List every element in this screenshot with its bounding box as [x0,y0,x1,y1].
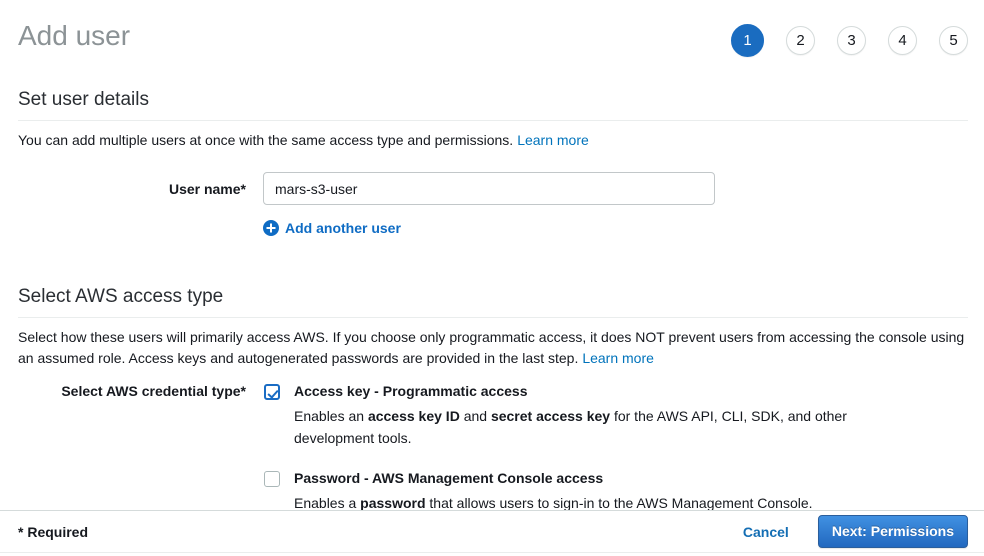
wizard-footer: * Required Cancel Next: Permissions [0,510,984,553]
user-details-description-text: You can add multiple users at once with … [18,132,513,148]
username-row: User name* [0,172,984,205]
step-circle-2: 2 [786,26,815,55]
page-title: Add user [18,19,130,53]
footer-actions: Cancel Next: Permissions [743,515,968,548]
step-indicator: 1 2 3 4 5 [731,24,968,57]
step-circle-5: 5 [939,26,968,55]
access-key-option-text: Access key - Programmatic access Enables… [294,383,869,449]
step-circle-1: 1 [731,24,764,57]
access-key-checkbox[interactable] [264,384,280,400]
access-type-description: Select how these users will primarily ac… [18,327,975,369]
access-key-title: Access key - Programmatic access [294,383,869,400]
learn-more-link-user-details[interactable]: Learn more [517,132,589,148]
access-key-option-row: Select AWS credential type* Access key -… [0,383,984,449]
access-type-description-text: Select how these users will primarily ac… [18,329,964,366]
next-permissions-button[interactable]: Next: Permissions [818,515,968,548]
user-details-heading: Set user details [18,89,968,121]
user-details-description: You can add multiple users at once with … [18,130,975,151]
step-circle-4: 4 [888,26,917,55]
password-option-row: Password - AWS Management Console access… [0,470,984,514]
username-label: User name* [0,181,246,197]
add-another-user-link[interactable]: Add another user [263,220,984,236]
access-key-description: Enables an access key ID and secret acce… [294,405,869,449]
access-type-heading: Select AWS access type [18,286,968,318]
password-option-text: Password - AWS Management Console access… [294,470,813,514]
learn-more-link-access-type[interactable]: Learn more [582,350,654,366]
step-circle-3: 3 [837,26,866,55]
add-another-user-label: Add another user [285,220,401,236]
username-input[interactable] [263,172,715,205]
page-header: Add user 1 2 3 4 5 [0,0,984,57]
plus-circle-icon [263,220,279,236]
add-user-page: Add user 1 2 3 4 5 Set user details You … [0,0,984,556]
password-checkbox[interactable] [264,471,280,487]
credential-type-label: Select AWS credential type* [0,383,246,399]
required-note: * Required [18,524,88,540]
cancel-link[interactable]: Cancel [743,524,789,540]
password-title: Password - AWS Management Console access [294,470,813,487]
